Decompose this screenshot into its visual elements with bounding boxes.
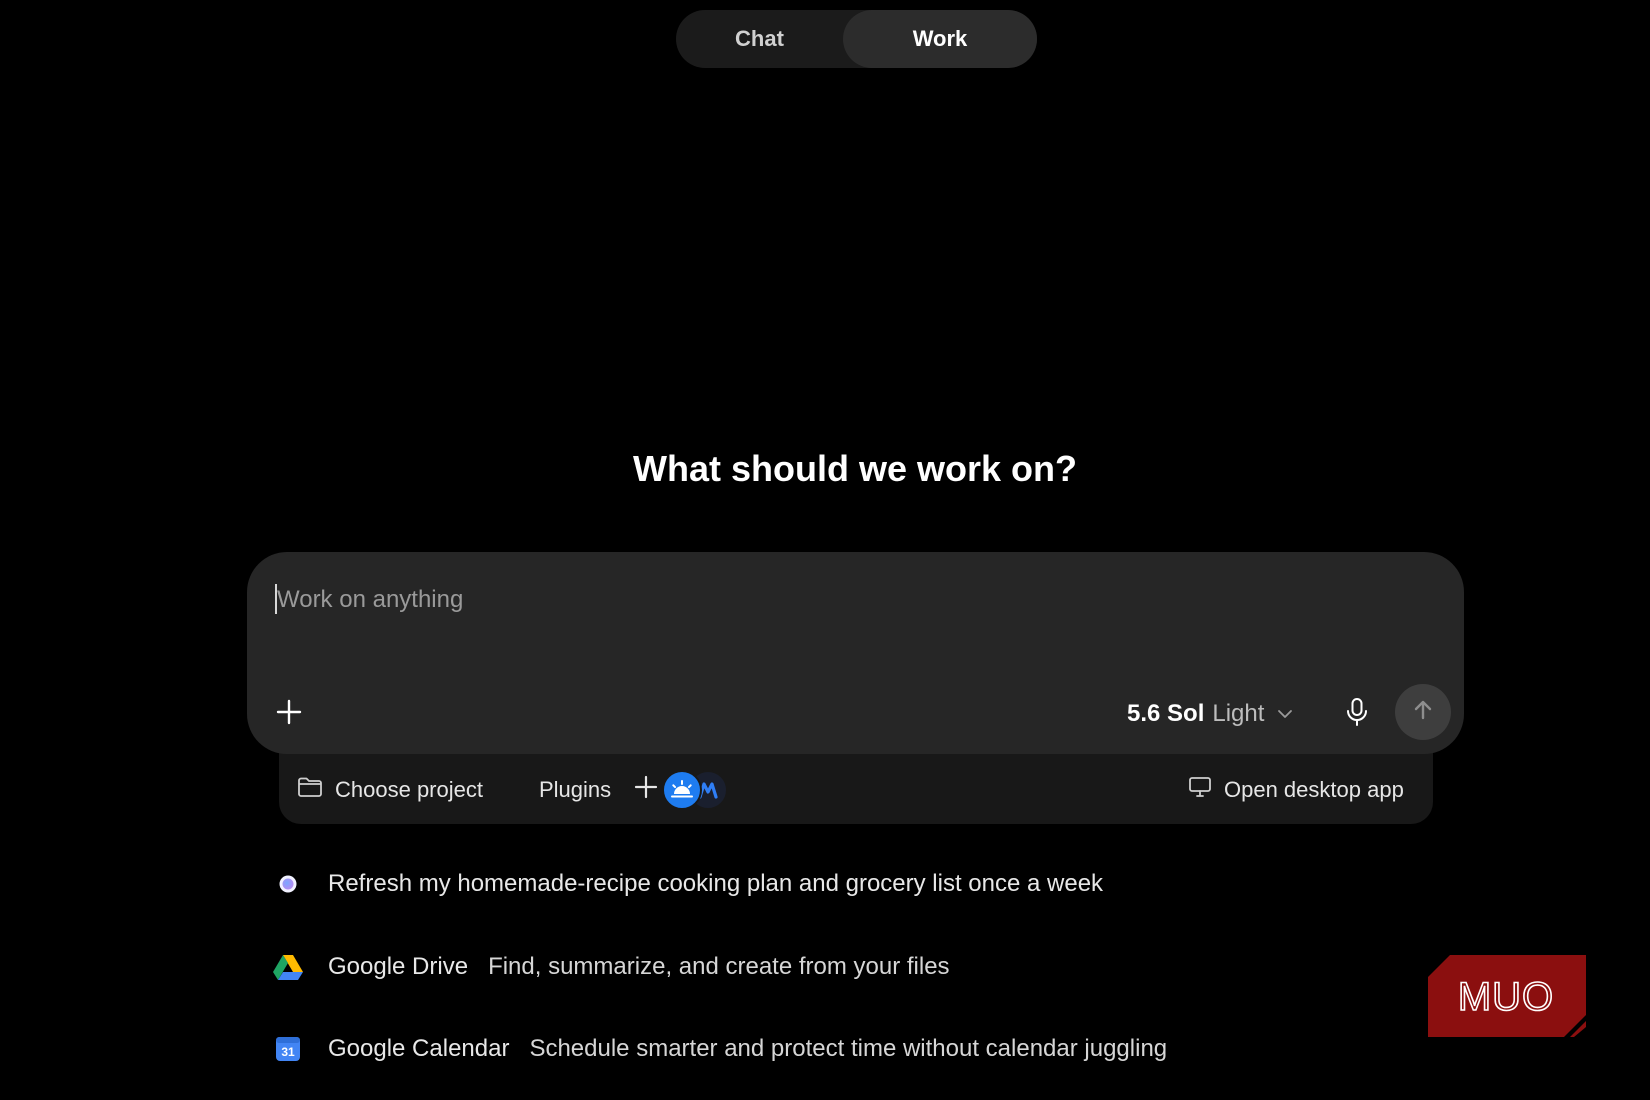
suggestion-item[interactable]: Refresh my homemade-recipe cooking plan … [272,860,1123,908]
suggestion-item[interactable]: 31 Google Calendar Schedule smarter and … [272,1025,1167,1073]
suggestion-description: Schedule smarter and protect time withou… [529,1035,1168,1062]
google-calendar-icon: 31 [272,1033,304,1065]
plugins-label: Plugins [539,777,612,802]
choose-project-label: Choose project [335,777,483,802]
scheduled-task-dot-icon [272,868,304,900]
plus-icon [634,775,658,805]
arrow-up-icon [1411,698,1435,727]
suggestion-title: Google Drive [328,953,469,980]
monitor-icon [1188,776,1212,804]
add-plugin-button[interactable] [634,766,658,814]
model-picker[interactable]: 5.6 Sol Light [1127,694,1294,734]
tab-work[interactable]: Work [843,10,1037,68]
watermark-text: MUO [1458,975,1554,1019]
suggestion-title: Refresh my homemade-recipe cooking plan … [328,870,1104,897]
plugin-icons[interactable] [662,770,732,810]
calendar-day-number: 31 [281,1045,295,1059]
open-desktop-app-label: Open desktop app [1224,777,1404,802]
prompt-input[interactable] [275,580,1375,620]
mode-toggle: Chat Work [676,10,1037,68]
microphone-icon [1344,697,1370,732]
muo-watermark-logo: MUO [1428,955,1586,1037]
heading-wrap: What should we work on? [0,448,1650,490]
model-variant: Light [1212,700,1265,727]
open-desktop-app-button[interactable]: Open desktop app [1188,766,1404,814]
choose-project-button[interactable]: Choose project [297,766,483,814]
send-button[interactable] [1395,684,1451,740]
plus-icon [276,699,302,730]
add-attachment-button[interactable] [269,694,309,734]
tab-chat[interactable]: Chat [676,10,843,68]
suggestion-title: Google Calendar [328,1035,510,1062]
model-name: 5.6 Sol [1127,700,1205,727]
folder-icon [297,775,323,805]
google-drive-icon [272,951,304,983]
microphone-button[interactable] [1335,692,1379,736]
suggestion-description: Find, summarize, and create from your fi… [488,953,950,980]
chevron-down-icon [1276,708,1294,720]
suggestion-item[interactable]: Google Drive Find, summarize, and create… [272,943,950,991]
page-title: What should we work on? [633,448,1077,489]
composer: 5.6 Sol Light [247,552,1464,754]
plugin-sunrise-icon [662,770,702,810]
plugins-button[interactable]: Plugins [539,766,611,814]
